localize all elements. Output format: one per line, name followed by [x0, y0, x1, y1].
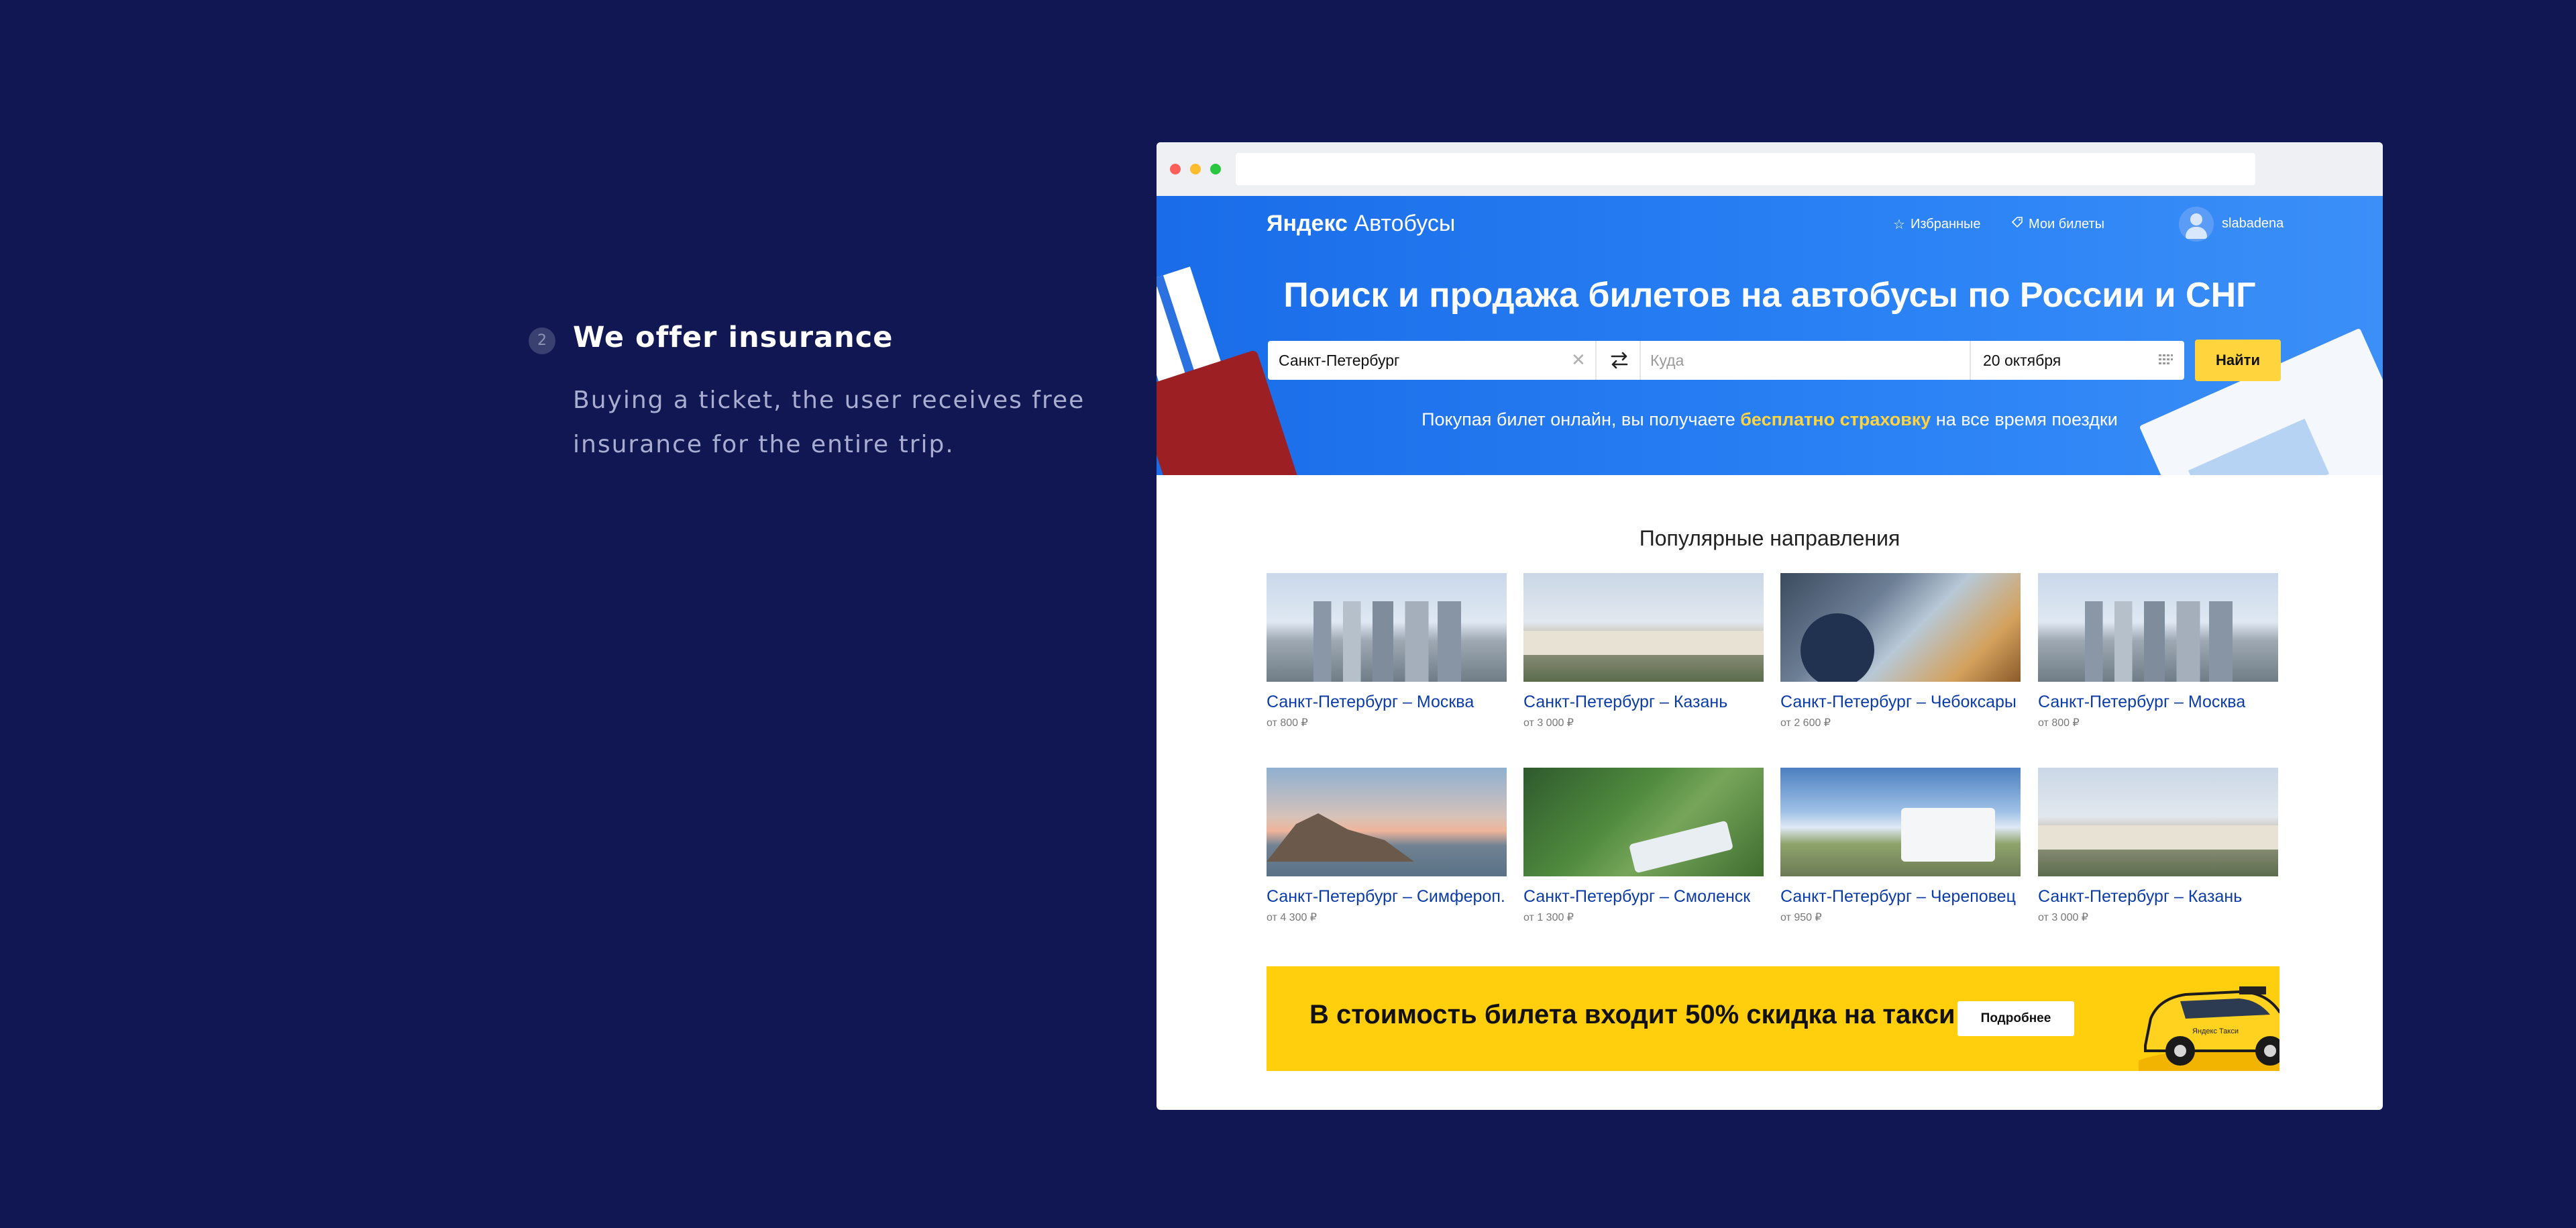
route-card[interactable]: Санкт-Петербург – Казань от 3 000 ₽: [2038, 768, 2278, 924]
taxi-car-label: Яндекс Такси: [2192, 1027, 2239, 1035]
route-price: от 800 ₽: [1267, 717, 1308, 729]
route-photo[interactable]: [1523, 573, 1764, 682]
route-photo[interactable]: [1267, 573, 1507, 682]
find-button[interactable]: Найти: [2195, 340, 2281, 381]
route-card[interactable]: Санкт-Петербург – Москва от 800 ₽: [1267, 573, 1507, 729]
route-link[interactable]: Санкт-Петербург – Казань: [2038, 887, 2278, 907]
route-price: от 3 000 ₽: [1523, 717, 1574, 729]
star-icon: ☆: [1893, 217, 1905, 232]
promo-text-start: Покупая билет онлайн, вы получаете: [1421, 409, 1741, 429]
swap-arrows-icon: [1611, 352, 1628, 369]
hero-banner: Яндекс Автобусы ☆ Избранные Мои билеты s…: [1157, 196, 2383, 475]
route-card[interactable]: Санкт-Петербург – Смоленск от 1 300 ₽: [1523, 768, 1764, 924]
route-photo[interactable]: [2038, 573, 2278, 682]
popular-routes-title: Популярные направления: [1639, 526, 1900, 550]
insurance-promo: Покупая билет онлайн, вы получаете беспл…: [1157, 409, 2383, 430]
route-link[interactable]: Санкт-Петербург – Смоленск: [1523, 887, 1764, 907]
route-link[interactable]: Санкт-Петербург – Москва: [2038, 693, 2278, 712]
my-tickets-label: Мои билеты: [2029, 216, 2105, 232]
route-link[interactable]: Санкт-Петербург – Казань: [1523, 693, 1764, 712]
route-photo[interactable]: [1780, 768, 2021, 876]
close-window-dot[interactable]: [1170, 164, 1181, 174]
route-price: от 2 600 ₽: [1780, 717, 1831, 729]
free-insurance-highlight[interactable]: бесплатно страховку: [1740, 409, 1931, 429]
date-field[interactable]: 20 октября: [1970, 341, 2184, 380]
search-form: Санкт-Петербург ✕ 20 октября: [1268, 341, 2184, 380]
ticket-icon: [2011, 216, 2023, 232]
site-logo[interactable]: Яндекс Автобусы: [1267, 211, 1455, 237]
minimize-window-dot[interactable]: [1190, 164, 1201, 174]
route-price: от 1 300 ₽: [1523, 912, 1574, 923]
feature-title: We offer insurance: [573, 321, 894, 354]
route-price: от 800 ₽: [2038, 717, 2080, 729]
details-button[interactable]: Подробнее: [1957, 1001, 2074, 1036]
clear-icon[interactable]: ✕: [1571, 350, 1586, 370]
maximize-window-dot[interactable]: [1210, 164, 1221, 174]
date-value: 20 октября: [1983, 352, 2061, 369]
taxi-discount-banner[interactable]: В стоимость билета входит 50% скидка на …: [1267, 966, 2279, 1071]
route-card[interactable]: Санкт-Петербург – Чебоксары от 2 600 ₽: [1780, 573, 2021, 729]
taxi-banner-text: В стоимость билета входит 50% скидка на …: [1309, 1000, 1955, 1029]
route-photo[interactable]: [1780, 573, 2021, 682]
route-card[interactable]: Санкт-Петербург – Череповец от 950 ₽: [1780, 768, 2021, 924]
promo-text-end: на все время поездки: [1931, 409, 2118, 429]
calendar-icon[interactable]: [2157, 353, 2174, 370]
feature-description: Buying a ticket, the user receives free …: [573, 387, 1085, 458]
route-card[interactable]: Санкт-Петербург – Казань от 3 000 ₽: [1523, 573, 1764, 729]
username-label[interactable]: slabadena: [2222, 216, 2284, 232]
route-photo[interactable]: [1523, 768, 1764, 876]
route-price: от 950 ₽: [1780, 912, 1822, 923]
browser-toolbar: [1157, 142, 2383, 196]
my-tickets-link[interactable]: Мои билеты: [2011, 216, 2104, 232]
route-card[interactable]: Санкт-Петербург – Симфероп. от 4 300 ₽: [1267, 768, 1507, 924]
from-value: Санкт-Петербург: [1279, 352, 1400, 369]
route-link[interactable]: Санкт-Петербург – Москва: [1267, 693, 1507, 712]
favorites-label: Избранные: [1910, 217, 1981, 232]
to-field[interactable]: [1641, 341, 1970, 380]
route-link[interactable]: Санкт-Петербург – Череповец: [1780, 887, 2021, 907]
route-price: от 4 300 ₽: [1267, 912, 1317, 923]
logo-product: Автобусы: [1354, 211, 1456, 236]
browser-window: Яндекс Автобусы ☆ Избранные Мои билеты s…: [1157, 142, 2383, 1110]
address-bar[interactable]: [1236, 153, 2255, 185]
from-field[interactable]: Санкт-Петербург ✕: [1268, 341, 1595, 380]
route-photo[interactable]: [2038, 768, 2278, 876]
page-title: Поиск и продажа билетов на автобусы по Р…: [1283, 276, 2256, 315]
route-link[interactable]: Санкт-Петербург – Чебоксары: [1780, 693, 2021, 712]
taxi-car-illustration: Яндекс Такси: [2139, 986, 2279, 1071]
route-card[interactable]: Санкт-Петербург – Москва от 800 ₽: [2038, 573, 2278, 729]
swap-direction-button[interactable]: [1595, 341, 1641, 380]
user-avatar[interactable]: [2179, 207, 2214, 242]
step-number-badge: 2: [529, 327, 555, 354]
logo-brand: Яндекс: [1267, 211, 1348, 236]
favorites-link[interactable]: ☆ Избранные: [1893, 216, 1981, 233]
route-link[interactable]: Санкт-Петербург – Симфероп.: [1267, 887, 1507, 907]
route-price: от 3 000 ₽: [2038, 912, 2088, 923]
route-photo[interactable]: [1267, 768, 1507, 876]
